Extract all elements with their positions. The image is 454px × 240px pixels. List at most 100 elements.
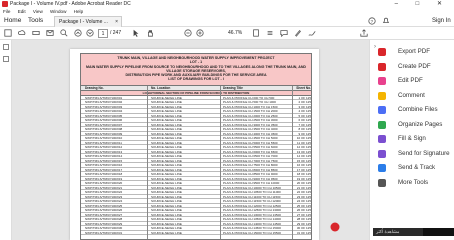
fill-sign-icon (378, 135, 386, 143)
sign-pen-icon[interactable] (308, 29, 316, 37)
sheet-number-cell: 31 OF 125 (296, 230, 311, 235)
upload-cloud-icon[interactable] (18, 29, 26, 37)
drawing-number-cell: NWP/TM/LS/TRKP/100/027 (85, 212, 123, 217)
search-icon[interactable] (60, 29, 68, 37)
share-icon[interactable] (360, 29, 368, 37)
location-cell: SOURCE-NEIGH LINE (151, 167, 182, 172)
location-cell: SOURCE-NEIGH LINE (151, 221, 182, 226)
pdf-edit-badge-icon[interactable] (330, 222, 340, 232)
highlight-pen-icon[interactable] (294, 29, 302, 37)
help-icon[interactable]: ? (368, 17, 376, 25)
tools-panel: › Export PDF Create PDF Edit PDF Comment Com… (369, 40, 454, 240)
create-pdf-icon (378, 62, 386, 71)
drawing-number-cell: NWP/TM/LS/TRKP/100/022 (85, 190, 123, 194)
hand-tool-icon[interactable] (146, 29, 154, 37)
drawing-number-cell: NWP/TM/LS/TRKP/100/014 (85, 154, 123, 158)
comment-tool-icon[interactable] (280, 29, 288, 37)
drawing-title-cell: PLAN & PROFILE CH 10000 TO CH 10500 (223, 185, 281, 190)
title-line-5: LIST OF DRAWINGS FOR LOT - I (168, 77, 224, 82)
close-tab-icon[interactable]: × (115, 17, 118, 27)
tab-home[interactable]: Home (4, 15, 21, 27)
page-thumbnails-icon[interactable] (3, 44, 9, 50)
sheet-number-cell: 13 OF 125 (296, 149, 311, 154)
organize-pages-icon (378, 120, 386, 129)
zoom-in-icon[interactable] (196, 29, 204, 37)
location-cell: SOURCE-NEIGH LINE (151, 158, 182, 163)
location-cell: SOURCE-NEIGH LINE (151, 100, 182, 104)
menu-help[interactable]: Help (74, 9, 83, 14)
tab-tools[interactable]: Tools (28, 15, 43, 27)
tab-document[interactable]: Package I - Volume ... × (54, 16, 122, 27)
sheet-number-cell: 29 OF 125 (296, 221, 311, 226)
drawing-number-cell: NWP/TM/LS/TRKP/100/002 (85, 100, 123, 104)
drawing-number-cell: NWP/TM/LS/TRKP/100/006 (85, 118, 123, 122)
notification-bell-icon[interactable] (382, 17, 390, 25)
location-cell: SOURCE-NEIGH LINE (151, 145, 182, 149)
sheet-number-cell: 23 OF 125 (296, 194, 311, 199)
drawing-title-cell: PLAN & PROFILE CH 8000 TO CH 8500 (223, 167, 278, 172)
drawing-title-cell: PLAN & PROFILE CH 14500 TO CH 15000 (223, 226, 281, 230)
comment-icon (378, 91, 386, 100)
location-cell: SOURCE-NEIGH LINE (151, 118, 182, 122)
location-cell: SOURCE-NEIGH LINE (151, 154, 182, 158)
location-cell: SOURCE-NEIGH LINE (151, 181, 182, 185)
zoom-out-icon[interactable] (184, 29, 192, 37)
document-title-block: TRUNK MAIN, VILLAGE AND NEIGHBOURHOOD WA… (81, 54, 311, 86)
toolbar: 1 / 247 46.7% (0, 27, 454, 40)
send-track-icon (378, 164, 386, 172)
sheet-number-cell: 12 OF 125 (296, 145, 311, 149)
menu-window[interactable]: Window (50, 9, 66, 14)
sheet-number-cell: 4 OF 125 (298, 109, 311, 113)
tool-label: Fill & Sign (398, 135, 426, 142)
collapse-panel-icon[interactable]: › (374, 44, 376, 50)
page-down-icon[interactable] (86, 29, 94, 37)
sign-in-link[interactable]: Sign In (432, 15, 451, 27)
print-icon[interactable] (32, 29, 40, 37)
sheet-number-cell: 10 OF 125 (296, 136, 311, 140)
drawing-number-cell: NWP/TM/LS/TRKP/100/005 (85, 113, 123, 118)
drawing-list-sheet: TRUNK MAIN, VILLAGE AND NEIGHBOURHOOD WA… (80, 53, 312, 240)
bookmarks-icon[interactable] (3, 56, 9, 62)
export-pdf-icon (378, 48, 386, 56)
email-icon[interactable] (46, 29, 54, 37)
drawing-title-cell: PLAN & PROFILE CH 10500 TO CH 11000 (223, 190, 281, 194)
drawing-number-cell: NWP/TM/LS/TRKP/100/009 (85, 131, 123, 136)
drawing-title-cell: PLAN & PROFILE CH 000 TO CH 500 (223, 95, 275, 100)
fit-page-icon[interactable] (252, 29, 260, 37)
sheet-number-cell: 9 OF 125 (298, 131, 311, 136)
sheet-number-cell: 2 OF 125 (298, 100, 311, 104)
sheet-number-cell: 15 OF 125 (296, 158, 311, 163)
drawing-title-cell: PLAN & PROFILE CH 6500 TO CH 7000 (223, 154, 278, 158)
tool-label: Combine Files (398, 106, 438, 113)
page-up-icon[interactable] (74, 29, 82, 37)
watermark-logo (423, 228, 454, 236)
location-cell: SOURCE-NEIGH LINE (151, 212, 182, 217)
sheet-number-cell: 7 OF 125 (298, 122, 311, 127)
save-icon[interactable] (4, 29, 12, 37)
drawing-title-cell: PLAN & PROFILE CH 9500 TO CH 10000 (223, 181, 280, 185)
document-canvas[interactable]: TRUNK MAIN, VILLAGE AND NEIGHBOURHOOD WA… (12, 40, 369, 240)
scroll-mode-icon[interactable] (266, 29, 274, 37)
sheet-number-cell: 11 OF 125 (297, 140, 311, 145)
menu-view[interactable]: View (33, 9, 43, 14)
drawing-number-cell: NWP/TM/LS/TRKP/100/004 (85, 109, 123, 113)
location-cell: SOURCE-NEIGH LINE (151, 208, 182, 212)
sheet-number-cell: 26 OF 125 (296, 208, 311, 212)
column-divider (292, 86, 293, 239)
tab-bar: Home Tools Package I - Volume ... × ? Si… (0, 15, 454, 27)
menu-file[interactable]: File (3, 9, 10, 14)
tool-label: More Tools (398, 178, 429, 186)
page-count: / 247 (110, 30, 122, 36)
window-controls[interactable]: ‒ □ ✕ (395, 0, 450, 8)
page-number-input[interactable]: 1 (98, 29, 108, 38)
zoom-level[interactable]: 46.7% (228, 29, 242, 38)
location-cell: SOURCE-NEIGH LINE (151, 149, 182, 154)
drawing-number-cell: NWP/TM/LS/TRKP/100/031 (85, 230, 123, 235)
menu-edit[interactable]: Edit (18, 9, 26, 14)
select-cursor-icon[interactable] (132, 29, 140, 37)
drawing-number-cell: NWP/TM/LS/TRKP/100/029 (85, 221, 123, 226)
drawing-number-cell: NWP/TM/LS/TRKP/100/007 (85, 122, 123, 127)
drawing-number-cell: NWP/TM/LS/TRKP/100/018 (85, 172, 123, 176)
drawing-number-cell: NWP/TM/LS/TRKP/100/012 (85, 145, 123, 149)
title-line-3: MAIN WATER SUPPLY PIPELINE FROM SOURCE T… (85, 64, 307, 73)
